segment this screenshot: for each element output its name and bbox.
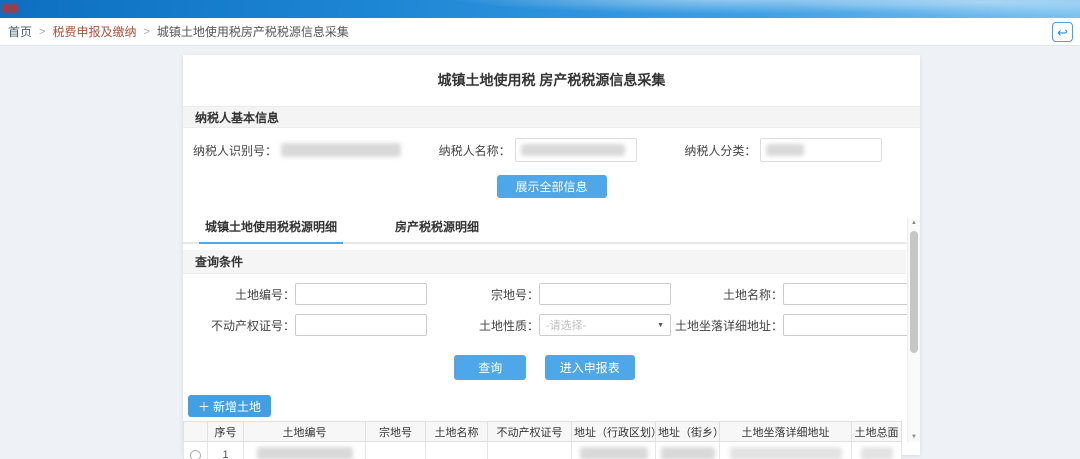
row-seq: 1 bbox=[208, 442, 244, 459]
property-cert-field: 不动产权证号： bbox=[183, 314, 427, 336]
plus-icon: ＋ bbox=[198, 398, 210, 415]
land-address-redacted bbox=[730, 447, 842, 459]
add-land-button[interactable]: ＋ 新增土地 bbox=[188, 395, 271, 417]
land-address-label: 土地坐落详细地址： bbox=[671, 317, 783, 334]
taxpayer-category-field: 纳税人分类： bbox=[674, 138, 920, 162]
query-actions: 查询 进入申报表 bbox=[183, 355, 906, 380]
col-select bbox=[184, 422, 208, 442]
land-area-redacted bbox=[861, 447, 893, 459]
tab-property-tax-detail[interactable]: 房产税税源明细 bbox=[389, 212, 485, 242]
land-address-input[interactable] bbox=[783, 314, 915, 336]
table-header-row: 序号 土地编号 宗地号 土地名称 不动产权证号 地址（行政区划） 地址（街乡） … bbox=[184, 422, 902, 442]
taxpayer-category-label: 纳税人分类： bbox=[684, 142, 756, 159]
address-township-redacted bbox=[661, 447, 715, 459]
land-source-table: 序号 土地编号 宗地号 土地名称 不动产权证号 地址（行政区划） 地址（街乡） … bbox=[183, 421, 902, 459]
col-address-township: 地址（街乡） bbox=[656, 422, 720, 442]
enter-declaration-button[interactable]: 进入申报表 bbox=[545, 355, 635, 380]
scroll-down-icon[interactable]: ▼ bbox=[908, 434, 920, 440]
col-parcel-number: 宗地号 bbox=[366, 422, 426, 442]
land-name-label: 土地名称： bbox=[671, 286, 783, 303]
land-nature-field: 土地性质： -请选择- ▼ bbox=[427, 314, 671, 336]
land-name-field: 土地名称： bbox=[671, 283, 915, 305]
back-icon: ↩ bbox=[1057, 25, 1068, 40]
parcel-number-input[interactable] bbox=[539, 283, 671, 305]
tab-urban-land-use-tax-detail[interactable]: 城镇土地使用税税源明细 bbox=[199, 212, 343, 242]
col-address-district: 地址（行政区划） bbox=[572, 422, 656, 442]
land-nature-placeholder: -请选择- bbox=[546, 317, 586, 333]
land-number-redacted bbox=[257, 447, 353, 459]
property-cert-input[interactable] bbox=[295, 314, 427, 336]
breadcrumb-separator: > bbox=[39, 26, 45, 38]
col-land-address-detail: 土地坐落详细地址 bbox=[720, 422, 852, 442]
col-property-cert: 不动产权证号 bbox=[488, 422, 572, 442]
land-number-label: 土地编号： bbox=[183, 286, 295, 303]
tab-bar: 城镇土地使用税税源明细 房产税税源明细 bbox=[183, 212, 920, 244]
vertical-scroll-thumb[interactable] bbox=[910, 231, 918, 353]
taxpayer-id-value-redacted bbox=[281, 143, 401, 157]
property-cert-label: 不动产权证号： bbox=[183, 317, 295, 334]
page-title: 城镇土地使用税 房产税税源信息采集 bbox=[183, 55, 920, 90]
back-button[interactable]: ↩ bbox=[1052, 22, 1073, 42]
parcel-number-field: 宗地号： bbox=[427, 283, 671, 305]
taxpayer-name-value bbox=[515, 138, 637, 162]
taxpayer-id-label: 纳税人识别号： bbox=[193, 142, 277, 159]
land-number-field: 土地编号： bbox=[183, 283, 427, 305]
chevron-down-icon: ▼ bbox=[657, 322, 664, 329]
col-land-total-area: 土地总面 bbox=[852, 422, 902, 442]
breadcrumb-home[interactable]: 首页 bbox=[8, 23, 32, 40]
show-all-info-button[interactable]: 展示全部信息 bbox=[497, 175, 607, 198]
land-nature-select[interactable]: -请选择- ▼ bbox=[539, 314, 671, 336]
add-land-button-label: 新增土地 bbox=[213, 398, 261, 415]
table-row: 1 bbox=[184, 442, 902, 459]
col-land-name: 土地名称 bbox=[426, 422, 488, 442]
col-seq: 序号 bbox=[208, 422, 244, 442]
row-radio[interactable] bbox=[190, 450, 201, 459]
land-name-input[interactable] bbox=[783, 283, 915, 305]
col-land-number: 土地编号 bbox=[244, 422, 366, 442]
breadcrumb-current-page: 城镇土地使用税房产税税源信息采集 bbox=[157, 23, 349, 40]
top-banner bbox=[0, 0, 1080, 18]
land-nature-label: 土地性质： bbox=[427, 317, 539, 334]
vertical-scrollbar[interactable]: ▲ ▼ bbox=[907, 218, 920, 442]
land-address-field: 土地坐落详细地址： bbox=[671, 314, 915, 336]
address-district-redacted bbox=[580, 447, 648, 459]
taxpayer-id-field: 纳税人识别号： bbox=[183, 142, 429, 159]
breadcrumb: 首页 > 税费申报及缴纳 > 城镇土地使用税房产税税源信息采集 ↩ bbox=[0, 18, 1080, 46]
taxpayer-info-section-header: 纳税人基本信息 bbox=[183, 106, 920, 128]
taxpayer-category-value bbox=[760, 138, 882, 162]
query-section-header: 查询条件 bbox=[183, 250, 906, 274]
query-row-1: 土地编号： 宗地号： 土地名称： bbox=[183, 283, 906, 305]
taxpayer-name-field: 纳税人名称： bbox=[429, 138, 675, 162]
taxpayer-name-label: 纳税人名称： bbox=[439, 142, 511, 159]
breadcrumb-separator: > bbox=[143, 26, 149, 38]
site-logo-icon bbox=[3, 4, 19, 13]
main-card: 城镇土地使用税 房产税税源信息采集 纳税人基本信息 纳税人识别号： 纳税人名称：… bbox=[183, 55, 920, 455]
search-button[interactable]: 查询 bbox=[454, 355, 526, 380]
breadcrumb-tax-declare-pay[interactable]: 税费申报及缴纳 bbox=[52, 23, 136, 40]
land-number-input[interactable] bbox=[295, 283, 427, 305]
tab-content: 查询条件 土地编号： 宗地号： 土地名称： 不动产权证号： 土地性质： bbox=[183, 250, 906, 459]
parcel-number-label: 宗地号： bbox=[427, 286, 539, 303]
scroll-up-icon[interactable]: ▲ bbox=[908, 220, 920, 226]
taxpayer-info-row: 纳税人识别号： 纳税人名称： 纳税人分类： bbox=[183, 138, 920, 162]
query-row-2: 不动产权证号： 土地性质： -请选择- ▼ 土地坐落详细地址： bbox=[183, 314, 906, 336]
